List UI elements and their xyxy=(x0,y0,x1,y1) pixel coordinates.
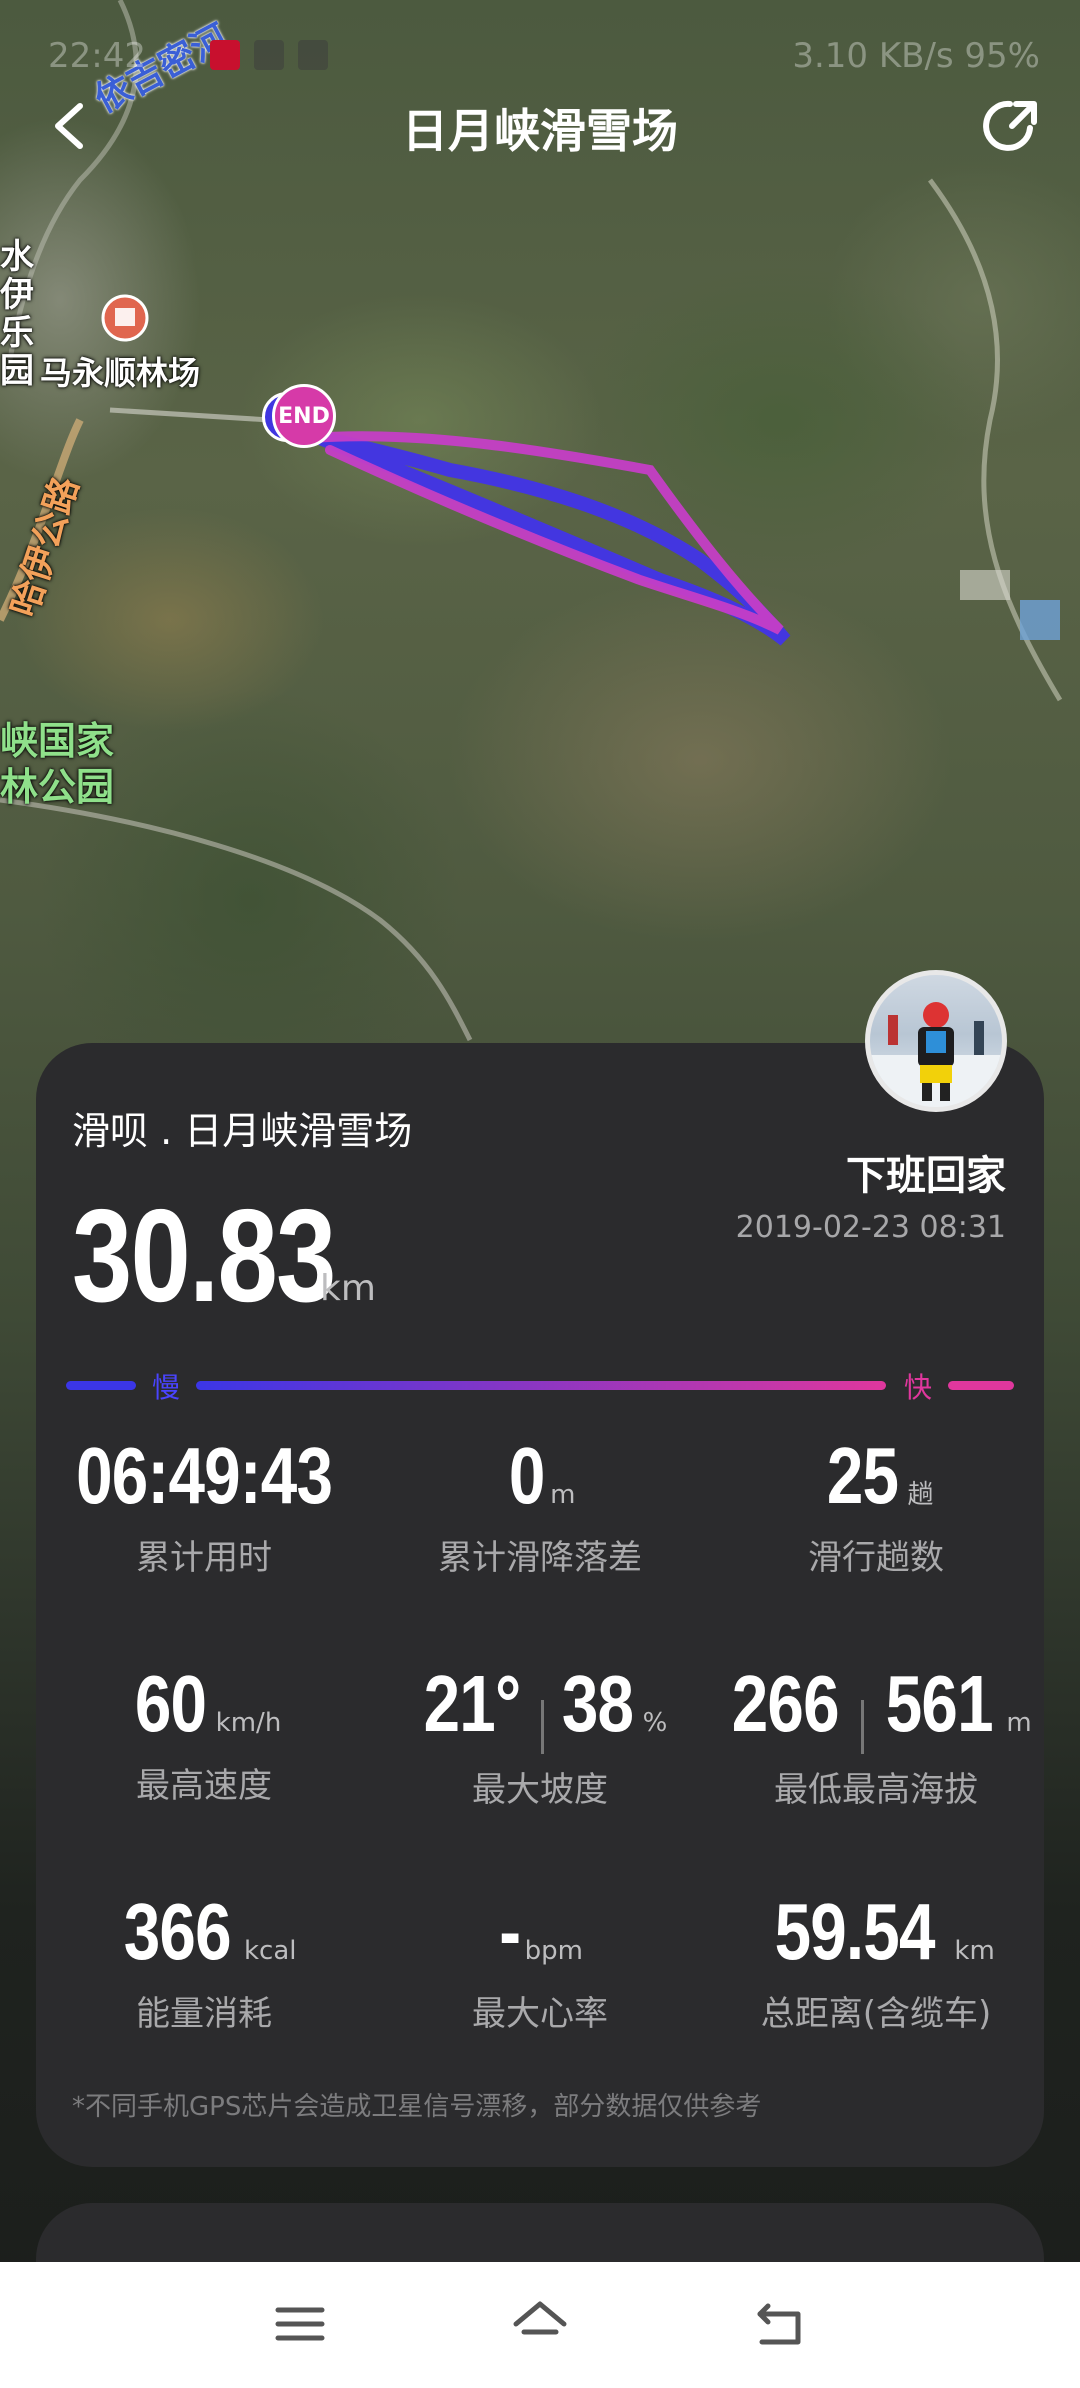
stat-unit: bpm xyxy=(524,1936,583,1966)
map-label-national-park: 峡国家林公园 xyxy=(0,719,115,809)
stat-value: 366 xyxy=(123,1887,231,1976)
nfc-icon xyxy=(298,40,328,70)
stat-max-slope: 21° 38% 最大坡度 xyxy=(372,1658,708,1811)
speed-label-slow: 慢 xyxy=(152,1371,181,1404)
home-button[interactable] xyxy=(512,2296,568,2352)
stat-value-min: 266 xyxy=(732,1659,840,1748)
home-icon xyxy=(513,2301,567,2335)
stat-total-distance: 59.54 km 总距离(含缆车) xyxy=(708,1886,1044,2035)
avatar[interactable] xyxy=(865,970,1007,1112)
resort-name: 滑呗 . 日月峡滑雪场 xyxy=(72,1109,413,1153)
distance-value: 30.83 xyxy=(72,1182,336,1329)
map-overlay xyxy=(0,0,1063,1042)
speed-bar-fast-end xyxy=(948,1381,1014,1390)
track-end-marker[interactable]: END xyxy=(272,384,336,448)
stat-value: 59.54 xyxy=(774,1887,936,1976)
speed-legend: 慢 快 xyxy=(66,1370,1014,1404)
stat-label: 滑行趟数 xyxy=(808,1538,944,1578)
stat-value: 06:49:43 xyxy=(75,1431,333,1520)
speed-gradient-bar xyxy=(196,1381,886,1390)
gps-disclaimer: *不同手机GPS芯片会造成卫星信号漂移，部分数据仅供参考 xyxy=(72,2092,762,2122)
map-label-forest-farm: 马永顺林场 xyxy=(40,354,201,392)
system-nav-bar xyxy=(0,2262,1080,2388)
stat-unit: kcal xyxy=(243,1936,297,1966)
speed-bar-slow-start xyxy=(66,1381,136,1390)
app-notification-icon xyxy=(210,40,240,70)
stat-altitude: 266 561 m 最低最高海拔 xyxy=(708,1658,1044,1811)
speed-label-fast: 快 xyxy=(904,1371,933,1404)
notification-icons xyxy=(210,40,328,70)
stat-total-time: 06:49:43 累计用时 xyxy=(36,1430,372,1579)
menu-icon xyxy=(275,2307,325,2341)
stat-value-max: 561 xyxy=(885,1659,994,1748)
user-name[interactable]: 下班回家 xyxy=(846,1143,1006,1201)
share-button[interactable] xyxy=(976,92,1044,160)
page-title: 日月峡滑雪场 xyxy=(402,104,678,158)
stat-unit: % xyxy=(642,1708,668,1738)
stat-label: 最高速度 xyxy=(136,1766,272,1806)
stat-unit: m xyxy=(550,1480,576,1510)
message-icon xyxy=(254,40,284,70)
stat-label: 最低最高海拔 xyxy=(774,1769,978,1810)
stat-label: 累计用时 xyxy=(136,1538,272,1578)
stat-calories: 366 kcal 能量消耗 xyxy=(36,1886,372,2035)
distance-unit: km xyxy=(320,1268,376,1309)
divider xyxy=(860,1699,864,1754)
session-date: 2019-02-23 08:31 xyxy=(735,1210,1006,1245)
share-icon xyxy=(983,100,1037,151)
stat-total-drop: 0m 累计滑降落差 xyxy=(372,1430,708,1579)
stat-unit: 趟 xyxy=(907,1480,934,1510)
stat-value-degrees: 21° xyxy=(423,1659,521,1748)
stat-value-percent: 38 xyxy=(561,1659,633,1748)
avatar-photo xyxy=(870,1002,1002,1107)
stat-runs: 25 趟 滑行趟数 xyxy=(708,1430,1044,1579)
status-time: 22:42 xyxy=(48,36,146,76)
stat-label: 总距离(含缆车) xyxy=(760,1994,992,2034)
stat-unit: m xyxy=(1006,1708,1032,1738)
menu-button[interactable] xyxy=(272,2296,328,2352)
stat-unit: km/h xyxy=(215,1708,282,1738)
stat-max-speed: 60 km/h 最高速度 xyxy=(36,1658,372,1807)
stat-value: 60 xyxy=(134,1659,207,1748)
stat-label: 最大心率 xyxy=(472,1994,608,2034)
divider xyxy=(540,1699,544,1754)
return-icon xyxy=(757,2303,801,2345)
stat-value: - xyxy=(499,1887,521,1976)
stat-value: 0 xyxy=(508,1431,545,1520)
stat-value: 25 xyxy=(826,1431,898,1520)
stat-label: 最大坡度 xyxy=(472,1769,608,1810)
back-nav-button[interactable] xyxy=(752,2296,808,2352)
stat-label: 能量消耗 xyxy=(136,1994,272,2034)
stat-label: 累计滑降落差 xyxy=(438,1538,642,1578)
status-bar: 22:42 3.10 KB/s 95% xyxy=(0,0,1080,110)
status-indicators: 3.10 KB/s 95% xyxy=(792,36,1040,76)
stat-unit: km xyxy=(954,1936,995,1966)
stat-max-heart-rate: - bpm 最大心率 xyxy=(372,1886,708,2035)
